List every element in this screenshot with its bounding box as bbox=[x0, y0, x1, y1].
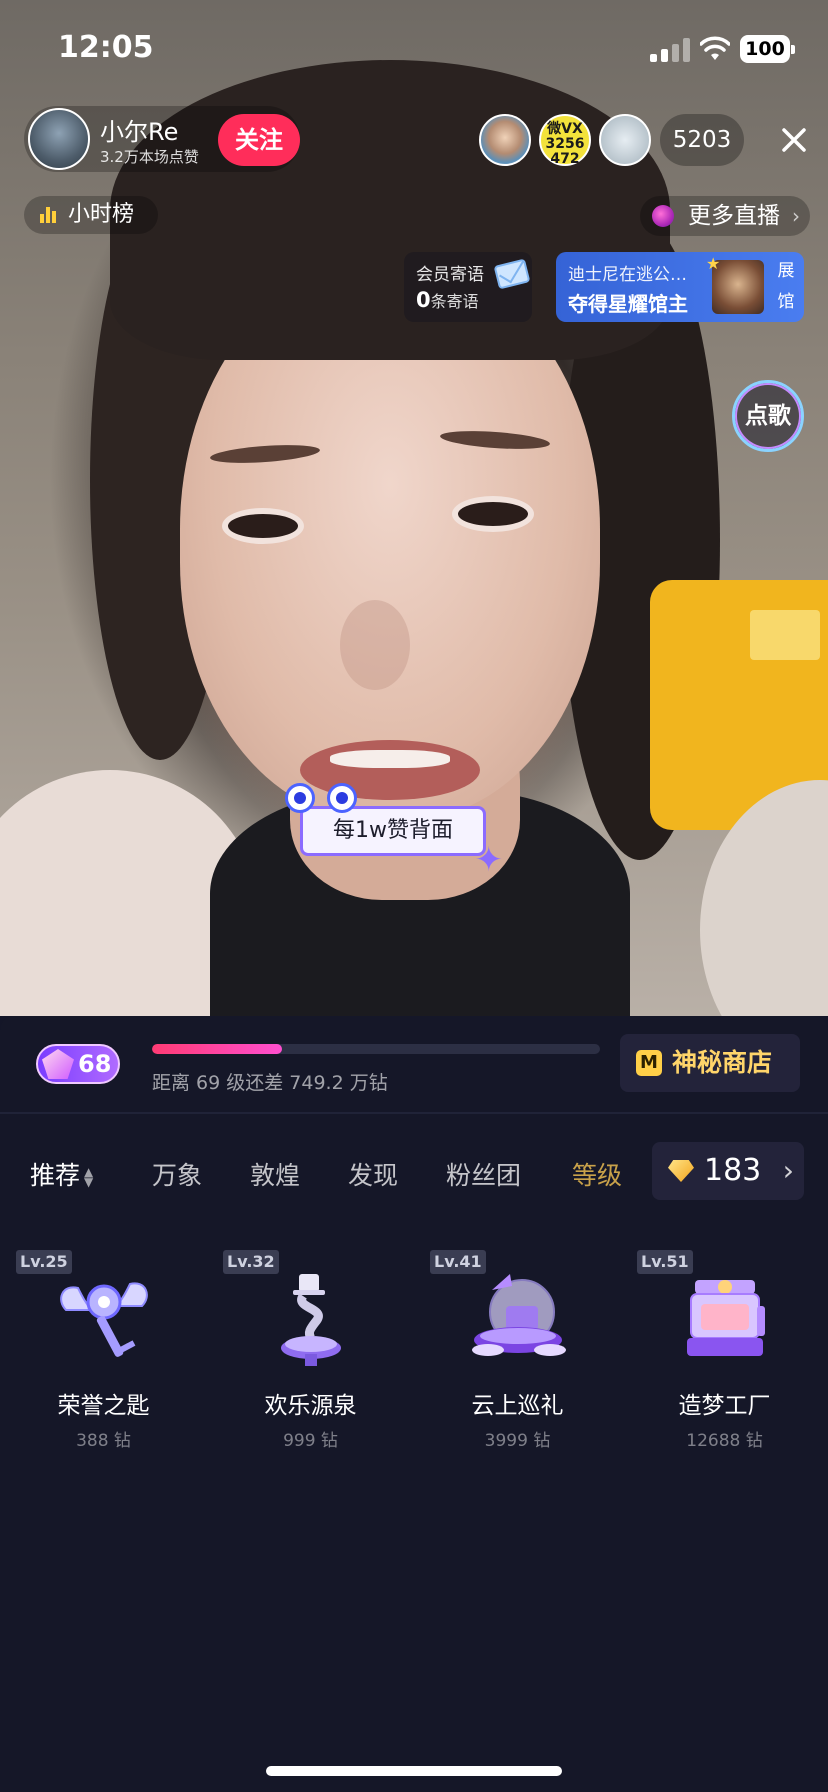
viewer-avatar-3[interactable] bbox=[599, 114, 651, 166]
user-level: 68 bbox=[78, 1050, 112, 1078]
status-bar: 12:05 100 bbox=[0, 0, 828, 100]
sort-updown-icon: ▲ ▼ bbox=[84, 1165, 94, 1189]
dream-factory-icon bbox=[687, 1280, 765, 1356]
viewer-badge-line: 微VX bbox=[547, 121, 583, 137]
tab-discover[interactable]: 发现 bbox=[348, 1156, 398, 1192]
level-gem-icon bbox=[42, 1049, 74, 1079]
gift-tabs: 推荐 ▲ ▼ 万象 敦煌 发现 粉丝团 等级 183 › bbox=[0, 1134, 828, 1220]
tab-level[interactable]: 等级 bbox=[572, 1156, 622, 1192]
wifi-icon bbox=[700, 36, 730, 60]
video-mouth bbox=[300, 740, 480, 800]
song-request-button[interactable]: 点歌 bbox=[732, 380, 804, 452]
gift-item[interactable]: Lv.41 云上巡礼 3999 钻 bbox=[414, 1236, 621, 1456]
level-progress-note: 距离 69 级还差 749.2 万钻 bbox=[152, 1072, 388, 1094]
more-live-button[interactable]: 更多直播 › bbox=[640, 196, 810, 236]
hour-rank-label: 小时榜 bbox=[68, 202, 135, 227]
tab-label: 推荐 bbox=[30, 1161, 81, 1190]
level-progress-bar bbox=[152, 1044, 600, 1054]
gift-name: 欢乐源泉 bbox=[264, 1393, 357, 1419]
streamer-avatar[interactable] bbox=[28, 108, 90, 170]
member-message-title: 会员寄语 bbox=[416, 265, 484, 285]
live-orb-icon bbox=[652, 205, 674, 227]
gift-item[interactable]: Lv.25 荣誉之匙 388 钻 bbox=[0, 1236, 207, 1456]
diamond-balance-button[interactable]: 183 › bbox=[652, 1142, 804, 1200]
video-nose bbox=[340, 600, 410, 690]
shop-logo-icon: M bbox=[636, 1050, 662, 1076]
follow-button[interactable]: 关注 bbox=[218, 114, 300, 166]
viewer-avatar-2[interactable]: 微VX 3256 472 bbox=[539, 114, 591, 167]
gift-name: 云上巡礼 bbox=[471, 1393, 564, 1419]
crown-star-icon: ★ bbox=[706, 254, 721, 273]
viewer-badge-line: 472 bbox=[550, 151, 580, 167]
gift-price: 388 钻 bbox=[76, 1431, 131, 1451]
video-eye-right bbox=[452, 496, 534, 532]
streamer-likes: 3.2万本场点赞 bbox=[100, 148, 199, 166]
gift-price: 12688 钻 bbox=[686, 1431, 763, 1451]
mystery-shop-label: 神秘商店 bbox=[672, 1048, 773, 1077]
streamer-name: 小尔Re bbox=[100, 118, 179, 146]
envelope-icon bbox=[493, 258, 531, 290]
exhibit-line-1: 迪士尼在逃公… bbox=[568, 265, 687, 285]
viewer-badge-line: 3256 bbox=[545, 136, 585, 152]
like-goal-sticker: 每1w赞背面 ✦ bbox=[285, 783, 503, 877]
exhibit-side-char: 展 bbox=[777, 261, 795, 281]
sticker-eye-icon bbox=[285, 783, 315, 813]
hour-rank-button[interactable]: 小时榜 bbox=[24, 196, 158, 234]
mystery-shop-button[interactable]: M 神秘商店 bbox=[620, 1034, 800, 1092]
home-indicator[interactable] bbox=[266, 1766, 562, 1776]
member-message-count-line: 0条寄语 bbox=[416, 288, 479, 312]
chevron-right-icon: › bbox=[782, 1154, 794, 1187]
gift-name: 造梦工厂 bbox=[678, 1393, 771, 1419]
exhibit-side-label: 展 馆 bbox=[774, 256, 798, 318]
gift-panel: 68 距离 69 级还差 749.2 万钻 M 神秘商店 推荐 ▲ ▼ 万象 敦煌 … bbox=[0, 1016, 828, 1792]
gift-item[interactable]: Lv.32 欢乐源泉 999 钻 bbox=[207, 1236, 414, 1456]
level-progress-fill bbox=[152, 1044, 282, 1054]
panel-divider bbox=[0, 1112, 828, 1114]
sparkle-icon: ✦ bbox=[474, 840, 504, 880]
viewer-count[interactable]: 5203 bbox=[660, 114, 744, 166]
winged-key-icon bbox=[60, 1282, 148, 1357]
status-time: 12:05 bbox=[58, 30, 154, 65]
gift-item[interactable]: Lv.51 造梦工厂 12688 钻 bbox=[621, 1236, 828, 1456]
gift-name: 荣誉之匙 bbox=[57, 1393, 150, 1419]
fountain-icon bbox=[281, 1274, 341, 1366]
viewer-avatar-1[interactable] bbox=[479, 114, 531, 166]
user-level-badge[interactable]: 68 bbox=[36, 1044, 120, 1084]
airship-icon bbox=[472, 1274, 566, 1356]
tab-wanxiang[interactable]: 万象 bbox=[152, 1156, 202, 1192]
exhibit-line-2: 夺得星耀馆主 bbox=[568, 292, 688, 316]
member-message-suffix: 条寄语 bbox=[430, 292, 479, 311]
gift-price: 999 钻 bbox=[283, 1431, 338, 1451]
cellular-signal-icon bbox=[650, 38, 692, 62]
tab-dunhuang[interactable]: 敦煌 bbox=[250, 1156, 300, 1192]
more-live-label: 更多直播 bbox=[688, 203, 780, 229]
video-teeth bbox=[330, 750, 450, 768]
member-message-count: 0 bbox=[416, 288, 431, 312]
gift-price: 3999 钻 bbox=[484, 1431, 551, 1451]
gift-grid: Lv.25 荣誉之匙 388 钻 Lv.32 欢乐源泉 999 钻 Lv.41 … bbox=[0, 1236, 828, 1456]
member-message-card[interactable]: 会员寄语 0条寄语 bbox=[404, 252, 532, 322]
exhibit-hall-card[interactable]: 迪士尼在逃公… 夺得星耀馆主 ★ 展 馆 bbox=[556, 252, 804, 322]
chevron-right-icon: › bbox=[792, 204, 800, 228]
diamond-icon bbox=[668, 1160, 694, 1182]
video-eye-left bbox=[222, 508, 304, 544]
exhibit-side-char: 馆 bbox=[777, 292, 795, 312]
sticker-text: 每1w赞背面 bbox=[333, 818, 453, 843]
tab-fan-club[interactable]: 粉丝团 bbox=[446, 1156, 521, 1192]
tab-recommend[interactable]: 推荐 ▲ ▼ bbox=[30, 1156, 96, 1192]
sticker-eye-icon bbox=[327, 783, 357, 813]
diamond-balance: 183 bbox=[704, 1153, 762, 1188]
rank-bars-icon bbox=[40, 207, 58, 223]
close-icon[interactable] bbox=[770, 116, 818, 164]
battery-indicator: 100 bbox=[740, 35, 795, 63]
